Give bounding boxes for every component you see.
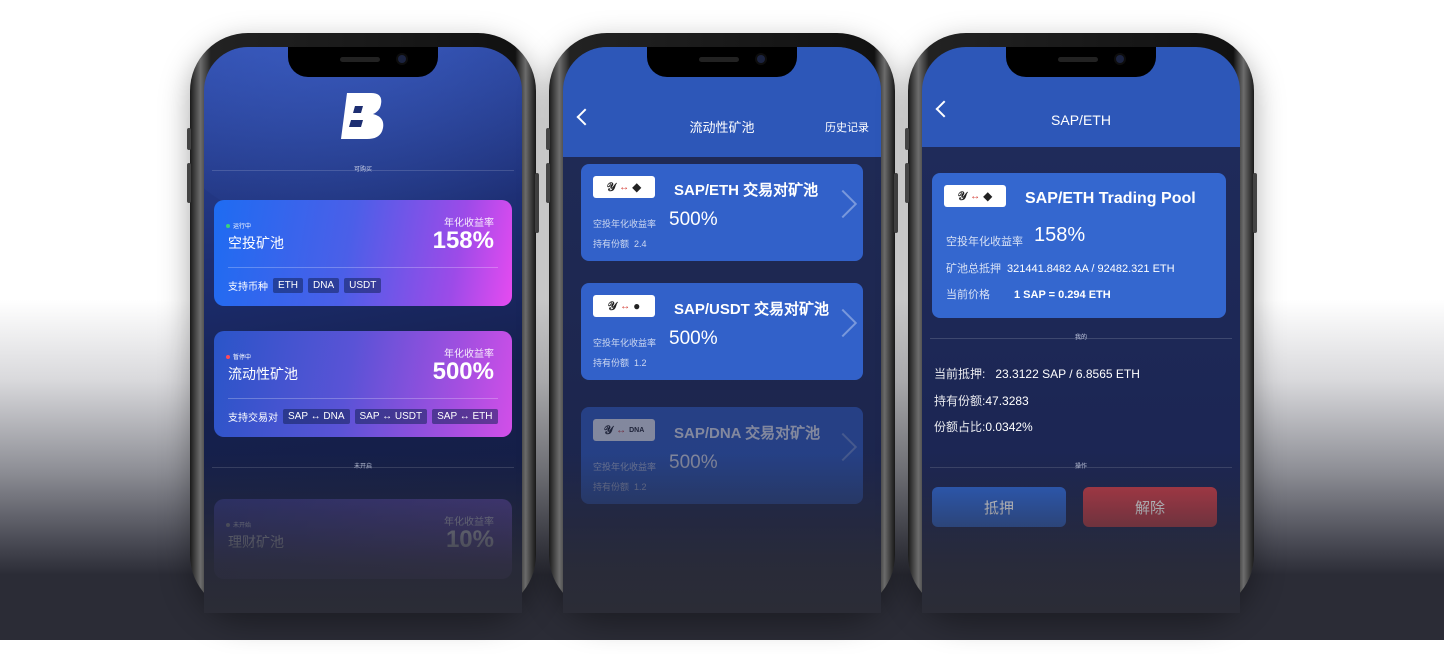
section-ops-label: 操作: [1074, 464, 1088, 470]
hold-label: 持有份额: [593, 482, 630, 492]
pool-card-liquidity[interactable]: 暂停中 流动性矿池 年化收益率 500% 支持交易对 SAP ↔ DNA SAP…: [214, 331, 512, 437]
pool-item-sap-dna[interactable]: 𝒴 ↔ DNA SAP/DNA 交易对矿池 空投年化收益率 500% 持有份额 1.…: [581, 407, 863, 504]
phone-frame-3: SAP/ETH 𝒴 ↔ ◆ SAP/ETH Trading Pool 空投年化收益率…: [905, 33, 1257, 613]
page-title: SAP/ETH: [1051, 112, 1111, 128]
pair-tag: SAP ↔ ETH: [432, 409, 498, 424]
ratio-value: 0.0342%: [985, 420, 1033, 434]
rate-value: 10%: [445, 526, 494, 553]
phone-frame-2: 流动性矿池 历史记录 𝒴 ↔ ◆ SAP/ETH 交易对矿池 空投年化收益率 500…: [546, 33, 898, 613]
ratio-label: 份额占比:: [934, 420, 986, 434]
chevron-right-icon: [828, 189, 858, 219]
rate-value: 500%: [669, 209, 718, 230]
mining-home-screen: 可购买 运行中 空投矿池 年化收益率 158% 支持币种 ETH DNA USD…: [204, 47, 522, 613]
hold-value: 1.2: [634, 358, 647, 368]
shares-value: 47.3283: [985, 394, 1029, 408]
pair-logo: 𝒴 ↔ DNA: [593, 419, 655, 441]
rate-label: 空投年化收益率: [593, 462, 657, 472]
rate-value: 500%: [669, 452, 718, 473]
price-value: 1 SAP = 0.294 ETH: [1014, 289, 1111, 301]
pool-name: 空投矿池: [228, 235, 284, 251]
pair-logo: 𝒴 ↔ ◆: [944, 185, 1006, 207]
support-label: 支持交易对: [228, 413, 278, 424]
current-stake-label: 当前抵押:: [934, 367, 986, 381]
pool-card-airdrop[interactable]: 运行中 空投矿池 年化收益率 158% 支持币种 ETH DNA USDT: [214, 200, 512, 306]
status-label: 未开始: [233, 523, 252, 529]
pool-detail-screen: SAP/ETH 𝒴 ↔ ◆ SAP/ETH Trading Pool 空投年化收益率…: [922, 47, 1240, 613]
rate-value: 500%: [669, 328, 718, 349]
pool-card-finance[interactable]: 未开始 理财矿池 年化收益率 10%: [214, 499, 512, 579]
rate-value: 158%: [432, 227, 494, 254]
pool-name: SAP/DNA 交易对矿池: [674, 425, 821, 442]
rate-value: 158%: [1034, 224, 1086, 246]
hold-label: 持有份额: [593, 358, 630, 368]
eth-icon: ◆: [983, 189, 993, 203]
current-stake-value: 23.3122 SAP / 6.8565 ETH: [995, 367, 1140, 381]
app-logo: [341, 93, 384, 139]
eth-icon: ◆: [632, 180, 642, 194]
chevron-right-icon: [828, 308, 858, 338]
shares-label: 持有份额:: [934, 394, 986, 408]
coin-tag: ETH: [273, 278, 303, 293]
section-available-label: 可购买: [353, 167, 373, 173]
rate-label: 空投年化收益率: [593, 219, 657, 229]
rate-label: 空投年化收益率: [946, 236, 1023, 248]
pool-item-sap-usdt[interactable]: 𝒴 ↔ ● SAP/USDT 交易对矿池 空投年化收益率 500% 持有份额 1.2: [581, 283, 863, 380]
pair-tag: SAP ↔ USDT: [354, 409, 428, 424]
pool-title: SAP/ETH Trading Pool: [1025, 190, 1196, 207]
stake-button[interactable]: 抵押: [932, 487, 1066, 527]
pool-item-sap-eth[interactable]: 𝒴 ↔ ◆ SAP/ETH 交易对矿池 空投年化收益率 500% 持有份额 2.4: [581, 164, 863, 261]
pool-name: 理财矿池: [228, 534, 284, 550]
price-label: 当前价格: [946, 289, 990, 301]
pair-logo: 𝒴 ↔ ◆: [593, 176, 655, 198]
pool-name: SAP/USDT 交易对矿池: [674, 301, 830, 318]
pair-logo: 𝒴 ↔ ●: [593, 295, 655, 317]
chevron-right-icon: [828, 432, 858, 462]
hold-label: 持有份额: [593, 239, 630, 249]
section-mine-label: 我的: [1074, 335, 1088, 341]
rate-label: 空投年化收益率: [593, 338, 657, 348]
history-link[interactable]: 历史记录: [825, 119, 869, 135]
pool-info-card: 𝒴 ↔ ◆ SAP/ETH Trading Pool 空投年化收益率 158% 矿池…: [932, 173, 1226, 318]
phone-frame-1: 可购买 运行中 空投矿池 年化收益率 158% 支持币种 ETH DNA USD…: [187, 33, 539, 613]
usdt-icon: ●: [633, 299, 641, 313]
total-stake-value: 321441.8482 AA / 92482.321 ETH: [1007, 263, 1175, 275]
hold-value: 1.2: [634, 482, 647, 492]
pair-tag: SAP ↔ DNA: [283, 409, 350, 424]
pool-name: 流动性矿池: [228, 366, 298, 382]
support-label: 支持币种: [228, 282, 268, 293]
hold-value: 2.4: [634, 239, 647, 249]
status-label: 暂停中: [233, 355, 252, 361]
pool-name: SAP/ETH 交易对矿池: [674, 182, 819, 199]
dna-icon: DNA: [629, 426, 645, 434]
liquidity-pool-screen: 流动性矿池 历史记录 𝒴 ↔ ◆ SAP/ETH 交易对矿池 空投年化收益率 500…: [563, 47, 881, 613]
total-stake-label: 矿池总抵押: [946, 263, 1001, 275]
coin-tag: USDT: [344, 278, 382, 293]
section-upcoming-label: 未开启: [353, 464, 373, 470]
rate-value: 500%: [432, 358, 494, 385]
status-label: 运行中: [233, 224, 252, 230]
coin-tag: DNA: [308, 278, 340, 293]
unlock-button[interactable]: 解除: [1083, 487, 1217, 527]
